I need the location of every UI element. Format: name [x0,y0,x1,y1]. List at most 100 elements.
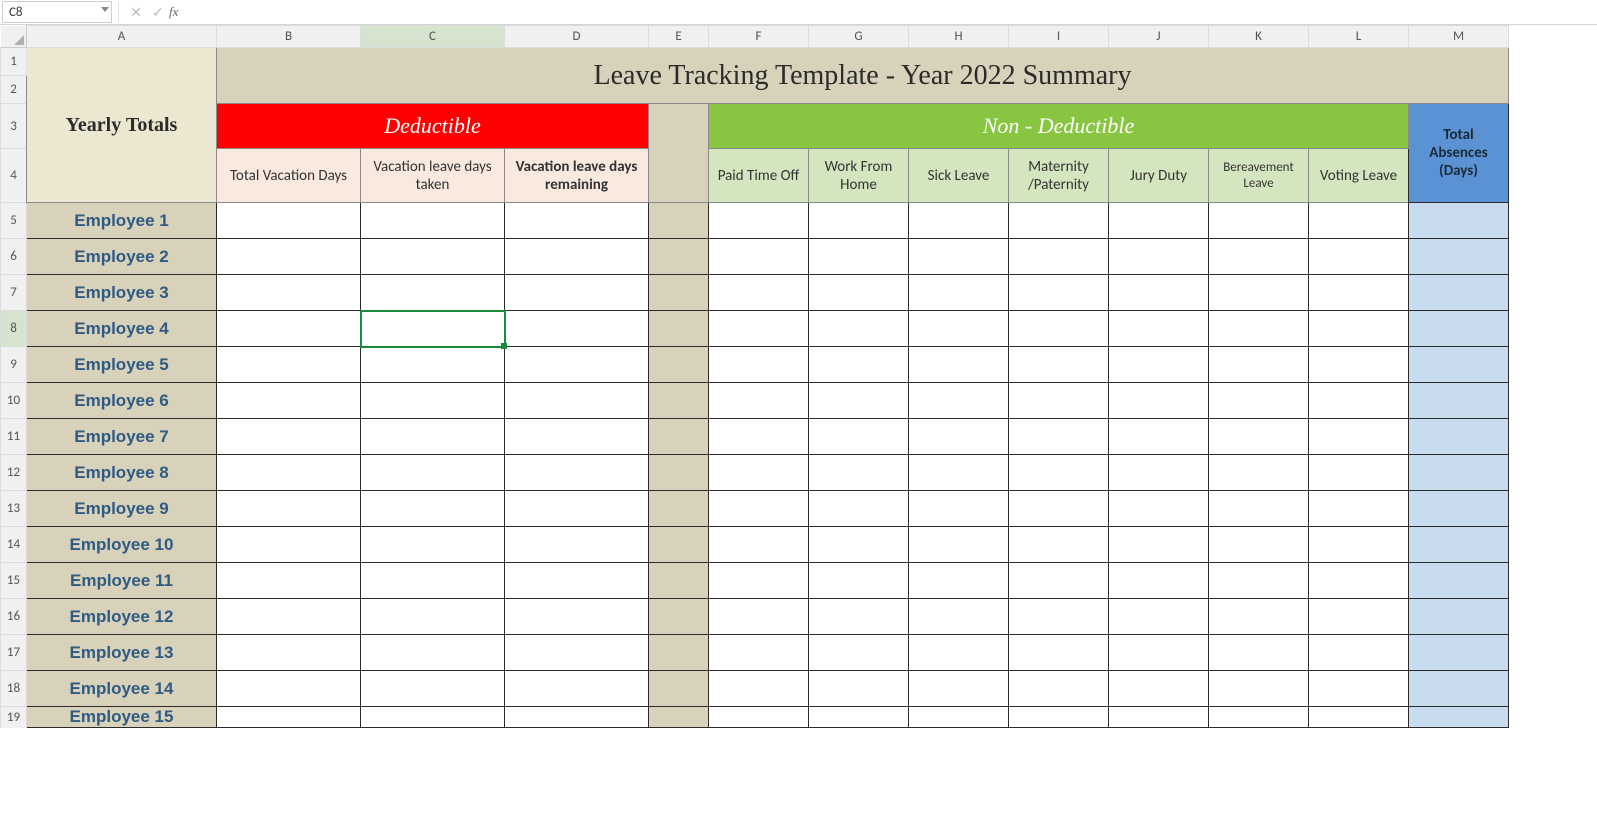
data-cell[interactable] [1109,635,1209,671]
data-cell[interactable] [1209,347,1309,383]
data-cell[interactable] [909,491,1009,527]
row-header[interactable]: 11 [1,419,27,455]
row-header[interactable]: 14 [1,527,27,563]
column-header[interactable]: M [1409,26,1509,48]
data-cell[interactable] [909,275,1009,311]
gap-cell[interactable] [649,635,709,671]
data-cell[interactable] [709,311,809,347]
data-cell[interactable] [217,203,361,239]
column-header[interactable]: K [1209,26,1309,48]
data-cell[interactable] [1109,419,1209,455]
data-cell[interactable] [709,563,809,599]
row-header[interactable]: 4 [1,149,27,203]
data-cell[interactable] [1009,455,1109,491]
gap-cell[interactable] [649,275,709,311]
total-absences-cell[interactable] [1409,455,1509,491]
data-cell[interactable] [709,347,809,383]
data-cell[interactable] [809,563,909,599]
data-cell[interactable] [1209,275,1309,311]
formula-input[interactable] [184,1,1597,23]
data-cell[interactable] [1309,455,1409,491]
data-cell[interactable] [1309,239,1409,275]
data-cell[interactable] [1009,275,1109,311]
column-header[interactable]: A [27,26,217,48]
data-cell[interactable] [505,527,649,563]
data-cell[interactable] [1209,671,1309,707]
data-cell[interactable] [1309,347,1409,383]
name-box[interactable]: C8 [2,1,112,23]
employee-name-cell[interactable]: Employee 3 [27,275,217,311]
row-header[interactable]: 10 [1,383,27,419]
data-cell[interactable] [1009,563,1109,599]
data-cell[interactable] [909,311,1009,347]
row-header[interactable]: 13 [1,491,27,527]
employee-name-cell[interactable]: Employee 14 [27,671,217,707]
data-cell[interactable] [217,383,361,419]
total-absences-cell[interactable] [1409,527,1509,563]
column-header[interactable]: F [709,26,809,48]
row-header[interactable]: 8 [1,311,27,347]
data-cell[interactable] [709,203,809,239]
total-absences-cell[interactable] [1409,383,1509,419]
data-cell[interactable] [1109,491,1209,527]
data-cell[interactable] [1009,383,1109,419]
data-cell[interactable] [1309,203,1409,239]
data-cell[interactable] [1109,275,1209,311]
gap-cell[interactable] [649,563,709,599]
data-cell[interactable] [1309,383,1409,419]
data-cell[interactable] [1109,347,1209,383]
gap-cell[interactable] [649,707,709,728]
total-absences-cell[interactable] [1409,491,1509,527]
gap-cell[interactable] [649,527,709,563]
data-cell[interactable] [1209,383,1309,419]
data-cell[interactable] [361,671,505,707]
employee-name-cell[interactable]: Employee 12 [27,599,217,635]
data-cell[interactable] [1009,491,1109,527]
data-cell[interactable] [217,707,361,728]
row-header[interactable]: 6 [1,239,27,275]
data-cell[interactable] [1009,311,1109,347]
data-cell[interactable] [909,707,1009,728]
data-cell[interactable] [909,203,1009,239]
column-header[interactable]: C [361,26,505,48]
employee-name-cell[interactable]: Employee 8 [27,455,217,491]
gap-cell[interactable] [649,599,709,635]
data-cell[interactable] [361,203,505,239]
data-cell[interactable] [217,275,361,311]
column-header[interactable]: E [649,26,709,48]
column-header[interactable]: D [505,26,649,48]
data-cell[interactable] [909,563,1009,599]
data-cell[interactable] [709,419,809,455]
column-header[interactable]: J [1109,26,1209,48]
data-cell[interactable] [909,635,1009,671]
data-cell[interactable] [505,635,649,671]
data-cell[interactable] [1109,203,1209,239]
data-cell[interactable] [909,455,1009,491]
data-cell[interactable] [1109,383,1209,419]
column-header[interactable]: H [909,26,1009,48]
data-cell[interactable] [709,527,809,563]
data-cell[interactable] [1309,491,1409,527]
data-cell[interactable] [809,491,909,527]
data-cell[interactable] [1209,419,1309,455]
spreadsheet-grid[interactable]: ABCDEFGHIJKLM 1 Yearly Totals Leave Trac… [0,25,1509,728]
data-cell[interactable] [505,275,649,311]
data-cell[interactable] [1109,239,1209,275]
row-header[interactable]: 12 [1,455,27,491]
data-cell[interactable] [217,599,361,635]
data-cell[interactable] [1309,527,1409,563]
gap-cell[interactable] [649,347,709,383]
employee-name-cell[interactable]: Employee 15 [27,707,217,728]
data-cell[interactable] [361,239,505,275]
data-cell[interactable] [361,347,505,383]
employee-name-cell[interactable]: Employee 13 [27,635,217,671]
data-cell[interactable] [505,347,649,383]
enter-formula-button[interactable]: ✓ [147,1,169,23]
row-header[interactable]: 1 [1,48,27,76]
data-cell[interactable] [1309,707,1409,728]
row-header[interactable]: 15 [1,563,27,599]
data-cell[interactable] [1209,527,1309,563]
data-cell[interactable] [809,383,909,419]
data-cell[interactable] [809,599,909,635]
column-header[interactable]: I [1009,26,1109,48]
